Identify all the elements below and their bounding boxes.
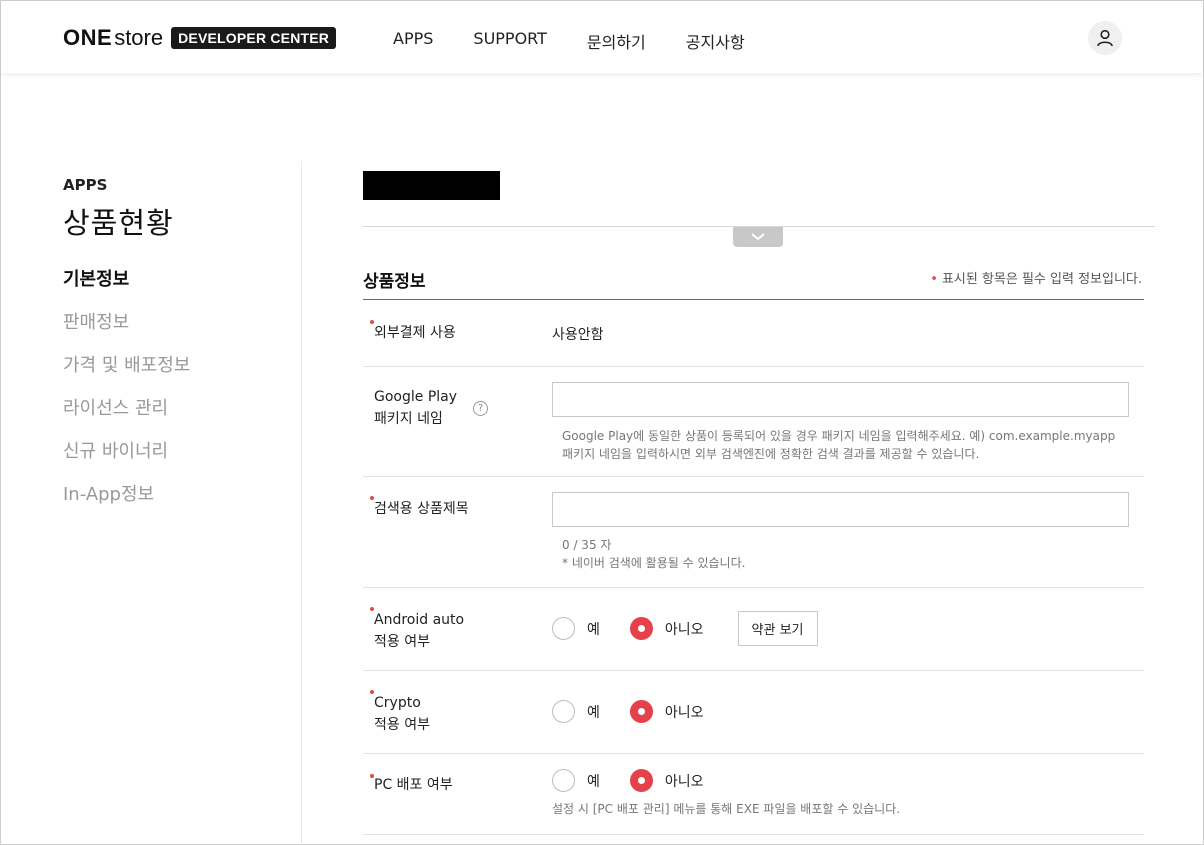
radio-unchecked-icon xyxy=(552,700,575,723)
sidebar-section: APPS xyxy=(63,176,108,194)
sidebar: APPS 상품현황 기본정보 판매정보 가격 및 배포정보 라이선스 관리 신규… xyxy=(63,176,283,528)
sidebar-item-sales-info[interactable]: 판매정보 xyxy=(63,313,283,356)
required-note: • 표시된 항목은 필수 입력 정보입니다. xyxy=(930,268,1142,287)
android-auto-label: Android auto 적용 여부 xyxy=(374,609,464,653)
radio-label: 아니오 xyxy=(664,773,704,790)
external-payment-value: 사용안함 xyxy=(552,327,604,343)
logo-one: ONE xyxy=(63,25,113,50)
pc-deploy-label: PC 배포 여부 xyxy=(374,777,453,793)
sidebar-item-basic-info[interactable]: 기본정보 xyxy=(63,270,283,313)
radio-label: 예 xyxy=(587,773,600,790)
android-auto-yes-radio[interactable]: 예 xyxy=(552,617,600,640)
pc-deploy-no-radio[interactable]: 아니오 xyxy=(629,769,704,792)
radio-label: 아니오 xyxy=(664,621,704,638)
android-auto-label-line1: Android auto xyxy=(374,612,465,628)
sidebar-divider xyxy=(301,161,302,845)
google-play-help: Google Play에 동일한 상품이 등록되어 있을 경우 패키지 네임을 … xyxy=(562,427,1115,463)
help-icon[interactable]: ? xyxy=(473,401,488,416)
google-play-help-line2: 패키지 네임을 입력하시면 외부 검색엔진에 정확한 검색 결과를 제공할 수 … xyxy=(562,447,980,461)
radio-checked-icon xyxy=(629,769,653,792)
pc-deploy-yes-radio[interactable]: 예 xyxy=(552,769,600,792)
collapse-toggle-button[interactable] xyxy=(733,227,783,247)
sidebar-item-license[interactable]: 라이선스 관리 xyxy=(63,399,283,442)
radio-label: 아니오 xyxy=(664,704,704,721)
radio-checked-icon xyxy=(629,617,653,640)
google-play-help-line1: Google Play에 동일한 상품이 등록되어 있을 경우 패키지 네임을 … xyxy=(562,429,1116,443)
search-title-input[interactable] xyxy=(552,492,1129,527)
chevron-down-icon xyxy=(751,233,765,241)
main-nav: APPS SUPPORT 문의하기 공지사항 xyxy=(393,29,785,53)
radio-label: 예 xyxy=(587,704,600,721)
row-external-payment: 외부결제 사용 사용안함 xyxy=(363,300,1144,367)
search-title-label: 검색용 상품제목 xyxy=(374,501,469,517)
crypto-label: Crypto 적용 여부 xyxy=(374,692,430,736)
sidebar-menu: 기본정보 판매정보 가격 및 배포정보 라이선스 관리 신규 바이너리 In-A… xyxy=(63,270,283,528)
section-title: 상품정보 xyxy=(363,272,426,292)
redacted-app-name xyxy=(363,171,500,200)
crypto-yes-radio[interactable]: 예 xyxy=(552,700,600,723)
crypto-no-radio[interactable]: 아니오 xyxy=(629,700,704,723)
search-title-count: 0 / 35 자 xyxy=(562,538,612,552)
top-header: ONE store DEVELOPER CENTER APPS SUPPORT … xyxy=(1,1,1203,73)
user-icon xyxy=(1097,29,1113,47)
pc-deploy-radio-group: 예 아니오 xyxy=(552,769,734,792)
crypto-label-line2: 적용 여부 xyxy=(374,717,430,733)
search-title-help: 0 / 35 자 * 네이버 검색에 활용될 수 있습니다. xyxy=(562,536,745,572)
row-pc-deploy: PC 배포 여부 예 아니오 설정 시 [PC 배포 관리] 메뉴를 통해 EX… xyxy=(363,754,1144,835)
radio-unchecked-icon xyxy=(552,617,575,640)
nav-support[interactable]: SUPPORT xyxy=(473,29,546,53)
google-play-label: Google Play 패키지 네임 xyxy=(374,386,457,430)
required-dot: • xyxy=(930,272,938,287)
radio-label: 예 xyxy=(587,621,600,638)
crypto-label-line1: Crypto xyxy=(374,695,421,711)
pc-deploy-help: 설정 시 [PC 배포 관리] 메뉴를 통해 EXE 파일을 배포할 수 있습니… xyxy=(552,802,901,816)
search-title-help-text: * 네이버 검색에 활용될 수 있습니다. xyxy=(562,556,746,570)
android-auto-no-radio[interactable]: 아니오 xyxy=(629,617,704,640)
onestore-logo[interactable]: ONE store DEVELOPER CENTER xyxy=(63,25,337,51)
google-play-label-line1: Google Play xyxy=(374,389,458,405)
google-play-label-line2: 패키지 네임 xyxy=(374,411,443,427)
sidebar-title: 상품현황 xyxy=(63,206,174,240)
view-terms-button[interactable]: 약관 보기 xyxy=(737,611,818,646)
logo-badge: DEVELOPER CENTER xyxy=(171,27,337,49)
google-play-package-input[interactable] xyxy=(552,382,1129,417)
user-menu-button[interactable] xyxy=(1088,21,1122,55)
external-payment-label: 외부결제 사용 xyxy=(374,325,456,341)
row-search-title: 검색용 상품제목 0 / 35 자 * 네이버 검색에 활용될 수 있습니다. xyxy=(363,477,1144,588)
required-note-text: 표시된 항목은 필수 입력 정보입니다. xyxy=(941,272,1142,287)
logo-store: store xyxy=(114,25,164,50)
sidebar-item-inapp[interactable]: In-App정보 xyxy=(63,485,283,528)
sidebar-item-new-binary[interactable]: 신규 바이너리 xyxy=(63,442,283,485)
row-google-play: Google Play 패키지 네임 ? Google Play에 동일한 상품… xyxy=(363,367,1144,477)
nav-apps[interactable]: APPS xyxy=(393,29,433,53)
radio-unchecked-icon xyxy=(552,769,575,792)
row-android-auto: Android auto 적용 여부 예 아니오 약관 보기 xyxy=(363,588,1144,671)
row-crypto: Crypto 적용 여부 예 아니오 xyxy=(363,671,1144,754)
crypto-radio-group: 예 아니오 xyxy=(552,700,734,723)
radio-checked-icon xyxy=(629,700,653,723)
android-auto-radio-group: 예 아니오 약관 보기 xyxy=(552,611,818,646)
nav-notice[interactable]: 공지사항 xyxy=(686,29,745,53)
android-auto-label-line2: 적용 여부 xyxy=(374,634,430,650)
nav-inquiry[interactable]: 문의하기 xyxy=(587,29,646,53)
sidebar-item-price-distribution[interactable]: 가격 및 배포정보 xyxy=(63,356,283,399)
